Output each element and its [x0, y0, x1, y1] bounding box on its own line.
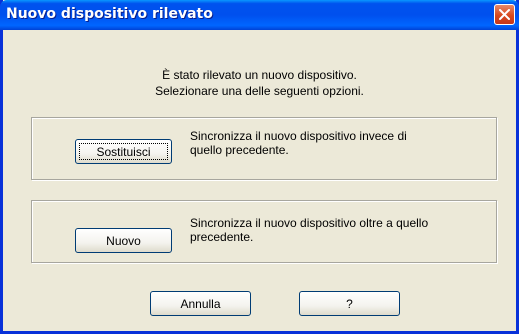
replace-description-line-1: Sincronizza il nuovo dispositivo invece … [190, 129, 407, 143]
replace-description-line-2: quello precedente. [190, 143, 289, 157]
option-group-replace: Sostituisci Sincronizza il nuovo disposi… [31, 117, 497, 180]
window-title: Nuovo dispositivo rilevato [6, 6, 213, 22]
cancel-button-label: Annulla [180, 296, 221, 311]
help-button[interactable]: ? [299, 291, 400, 316]
new-button-label: Nuovo [106, 233, 141, 248]
option-group-new: Nuovo Sincronizza il nuovo dispositivo o… [31, 200, 497, 263]
replace-button-label: Sostituisci [96, 144, 151, 159]
message-line-2: Selezionare una delle seguenti opzioni. [155, 84, 364, 98]
title-bar[interactable]: Nuovo dispositivo rilevato [0, 0, 519, 30]
close-button[interactable] [494, 4, 515, 25]
new-button[interactable]: Nuovo [75, 228, 172, 253]
help-button-label: ? [346, 296, 353, 311]
new-description-line-1: Sincronizza il nuovo dispositivo oltre a… [190, 216, 429, 230]
cancel-button[interactable]: Annulla [150, 291, 251, 316]
dialog-window: Nuovo dispositivo rilevato È stato rilev… [0, 0, 519, 334]
message-line-1: È stato rilevato un nuovo dispositivo. [162, 68, 357, 82]
replace-button[interactable]: Sostituisci [75, 139, 172, 164]
new-description: Sincronizza il nuovo dispositivo oltre a… [190, 216, 490, 244]
new-description-line-2: precedente. [190, 230, 254, 244]
close-icon [499, 9, 510, 20]
replace-description: Sincronizza il nuovo dispositivo invece … [190, 129, 490, 157]
